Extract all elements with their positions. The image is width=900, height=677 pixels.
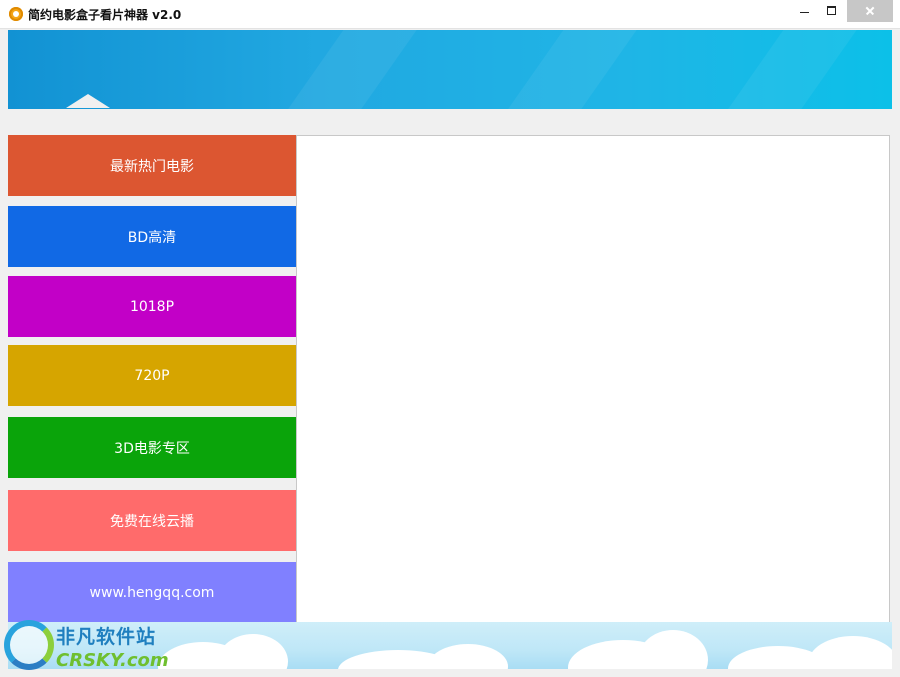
menu-720p-button[interactable]: 720P bbox=[8, 345, 296, 406]
menu-hot-movies-label: 最新热门电影 bbox=[110, 158, 194, 175]
title-bar: 简约电影盒子看片神器 v2.0 bbox=[0, 0, 900, 29]
crsky-logo-icon bbox=[4, 620, 54, 670]
banner-peak-decoration bbox=[66, 94, 110, 108]
menu-free-stream-label: 免费在线云播 bbox=[110, 513, 194, 530]
header-banner bbox=[8, 30, 892, 109]
minimize-button[interactable] bbox=[794, 0, 816, 22]
menu-1018p-button[interactable]: 1018P bbox=[8, 276, 296, 337]
menu-3d-label: 3D电影专区 bbox=[114, 440, 190, 457]
menu-bd-button[interactable]: BD高清 bbox=[8, 206, 296, 267]
close-button[interactable] bbox=[847, 0, 893, 22]
menu-free-stream-button[interactable]: 免费在线云播 bbox=[8, 490, 296, 551]
menu-1018p-label: 1018P bbox=[129, 298, 175, 315]
content-panel[interactable] bbox=[296, 135, 890, 624]
maximize-button[interactable] bbox=[820, 0, 842, 22]
menu-720p-label: 720P bbox=[134, 367, 170, 384]
watermark-cn-text: 非凡软件站 bbox=[56, 626, 157, 648]
menu-bd-label: BD高清 bbox=[127, 229, 177, 246]
film-reel-icon bbox=[9, 7, 23, 21]
menu-website-label: www.hengqq.com bbox=[89, 584, 215, 601]
crsky-watermark: 非凡软件站 CRSKY.com bbox=[0, 614, 169, 677]
menu-hot-movies-button[interactable]: 最新热门电影 bbox=[8, 135, 296, 196]
watermark-en-text: CRSKY.com bbox=[56, 650, 169, 671]
window-title: 简约电影盒子看片神器 v2.0 bbox=[28, 8, 182, 22]
menu-3d-button[interactable]: 3D电影专区 bbox=[8, 417, 296, 478]
